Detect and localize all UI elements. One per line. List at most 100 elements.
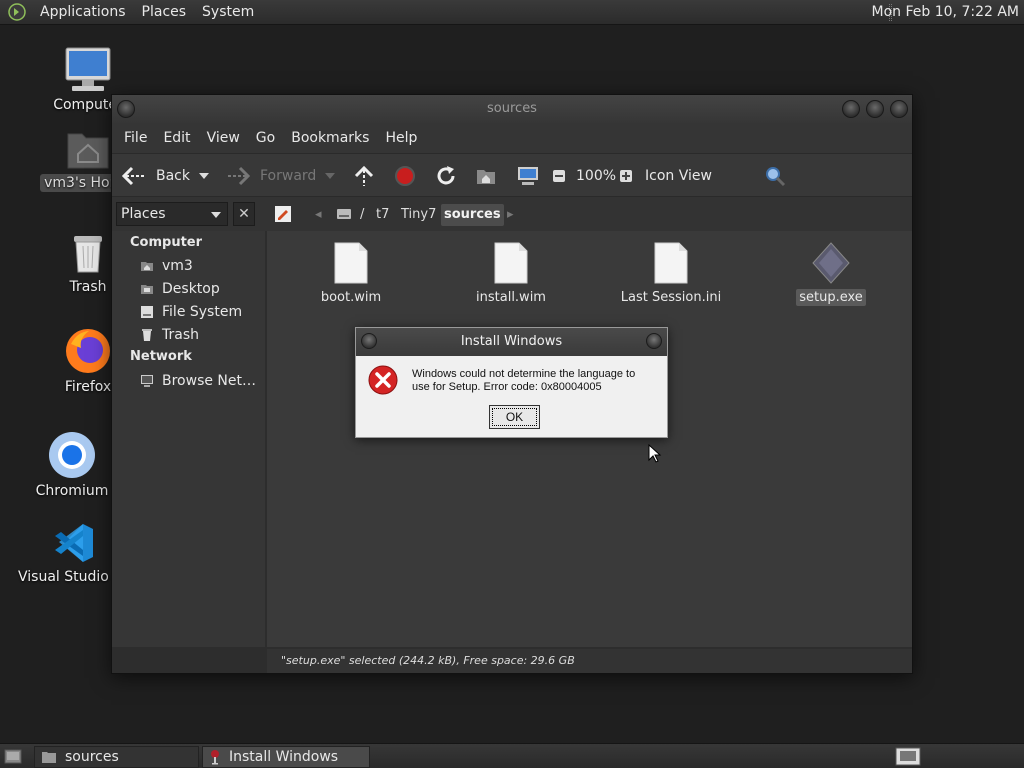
workspace-switcher-icon[interactable] (895, 747, 921, 766)
dialog-menu-button[interactable] (361, 333, 377, 349)
window-titlebar[interactable]: sources (112, 95, 912, 123)
clock[interactable]: Mon Feb 10, 7:22 AM (872, 4, 1019, 20)
stop-button[interactable] (394, 154, 416, 198)
applications-menu[interactable]: Applications (32, 4, 134, 20)
document-icon (334, 242, 368, 284)
zoom-out-button[interactable] (552, 154, 566, 198)
desktop-label: Chromium (35, 483, 109, 499)
sidebar-item-label: Desktop (162, 281, 220, 297)
system-menu[interactable]: System (194, 4, 262, 20)
file-name: install.wim (476, 290, 546, 305)
sidebar-item-label: File System (162, 304, 243, 320)
sidebar-type-label: Places (121, 206, 166, 222)
search-icon (766, 167, 786, 187)
desktop-label: Firefox (64, 379, 112, 395)
forward-history-dropdown[interactable] (324, 154, 336, 198)
menubar: File Edit View Go Bookmarks Help (112, 123, 912, 153)
back-button[interactable]: Back (122, 154, 190, 198)
drive-icon[interactable] (336, 207, 352, 221)
executable-icon (812, 242, 850, 284)
network-icon (141, 375, 153, 387)
dialog-title: Install Windows (460, 334, 563, 349)
places-menu[interactable]: Places (134, 4, 195, 20)
view-mode-select[interactable]: Icon View (645, 154, 778, 198)
computer-icon (518, 167, 538, 185)
zoom-in-button[interactable] (619, 154, 633, 198)
close-sidebar-button[interactable]: ✕ (233, 202, 255, 226)
sidebar-item-label: Trash (162, 327, 199, 343)
up-arrow-icon (354, 165, 374, 186)
menu-bookmarks[interactable]: Bookmarks (283, 130, 377, 146)
zoom-level[interactable]: 100% (576, 154, 616, 198)
show-desktop-icon[interactable] (4, 749, 22, 764)
status-bar: "setup.exe" selected (244.2 kB), Free sp… (267, 649, 912, 673)
reload-icon (437, 166, 455, 185)
document-icon (494, 242, 528, 284)
window-menu-button[interactable] (117, 100, 135, 118)
home-button[interactable] (475, 154, 497, 198)
desktop-label: Trash (69, 279, 107, 295)
menu-edit[interactable]: Edit (155, 130, 198, 146)
mint-logo-icon[interactable] (8, 3, 26, 21)
sidebar-type-select[interactable]: Places (116, 202, 228, 226)
dialog-close-button[interactable] (646, 333, 662, 349)
forward-button[interactable]: Forward (226, 154, 316, 198)
breadcrumb-root[interactable]: / (357, 204, 367, 226)
toolbar: Back Forward 100% Icon View (112, 153, 912, 197)
ok-button[interactable]: OK (489, 405, 540, 429)
sidebar-item-browse-network[interactable]: Browse Net… (140, 371, 256, 391)
menu-file[interactable]: File (116, 130, 155, 146)
task-install-windows[interactable]: Install Windows (202, 746, 370, 768)
menu-view[interactable]: View (199, 130, 248, 146)
task-sources[interactable]: sources (34, 746, 199, 768)
menu-go[interactable]: Go (248, 130, 283, 146)
chevron-down-icon (211, 212, 221, 218)
edit-location-icon[interactable] (274, 205, 292, 223)
file-icon-view[interactable]: boot.wim install.wim Last Session.ini se… (267, 231, 912, 647)
file-name: setup.exe (796, 289, 866, 306)
sidebar-item-trash[interactable]: Trash (140, 325, 199, 345)
file-name: Last Session.ini (620, 290, 722, 305)
breadcrumb-tiny7[interactable]: Tiny7 (398, 204, 439, 226)
breadcrumb-t7[interactable]: t7 (373, 204, 392, 226)
stop-icon (395, 166, 415, 186)
view-mode-label: Icon View (645, 168, 712, 184)
maximize-button[interactable] (866, 100, 884, 118)
chromium-icon (49, 432, 95, 478)
up-button[interactable] (353, 154, 375, 198)
top-panel: Applications Places System Mon Feb 10, 7… (0, 0, 1024, 25)
computer-icon (65, 47, 111, 91)
vscode-icon (55, 524, 93, 562)
breadcrumb-scroll-left[interactable]: ◂ (312, 204, 325, 226)
computer-button[interactable] (516, 154, 540, 198)
file-item[interactable]: install.wim (441, 241, 581, 306)
sidebar-item-file-system[interactable]: File System (140, 302, 242, 322)
reload-button[interactable] (435, 154, 457, 198)
home-folder-icon (67, 133, 109, 169)
file-item-selected[interactable]: setup.exe (761, 241, 901, 306)
sidebar-heading-network: Network (130, 349, 192, 364)
sidebar-item-desktop[interactable]: Desktop (140, 279, 220, 299)
file-item[interactable]: boot.wim (281, 241, 421, 306)
menu-help[interactable]: Help (377, 130, 425, 146)
desktop-folder-icon (141, 285, 153, 294)
file-item[interactable]: Last Session.ini (601, 241, 741, 306)
firefox-icon (66, 329, 110, 373)
forward-arrow-icon (228, 166, 250, 186)
dialog-titlebar[interactable]: Install Windows (356, 328, 667, 356)
zoom-in-icon (620, 170, 632, 182)
home-folder-icon (141, 262, 153, 271)
close-button[interactable] (890, 100, 908, 118)
back-history-dropdown[interactable] (198, 154, 210, 198)
folder-icon (42, 752, 56, 763)
sidebar-item-vm3[interactable]: vm3 (140, 256, 193, 276)
minimize-button[interactable] (842, 100, 860, 118)
mouse-cursor-icon (648, 444, 662, 463)
breadcrumb-sources[interactable]: sources (441, 204, 504, 226)
trash-icon (142, 329, 152, 341)
sidebar-item-label: vm3 (162, 258, 193, 274)
sidebar-heading-computer: Computer (130, 235, 203, 250)
error-icon (368, 365, 398, 395)
search-button[interactable] (764, 154, 786, 198)
breadcrumb-scroll-right[interactable]: ▸ (504, 204, 517, 226)
